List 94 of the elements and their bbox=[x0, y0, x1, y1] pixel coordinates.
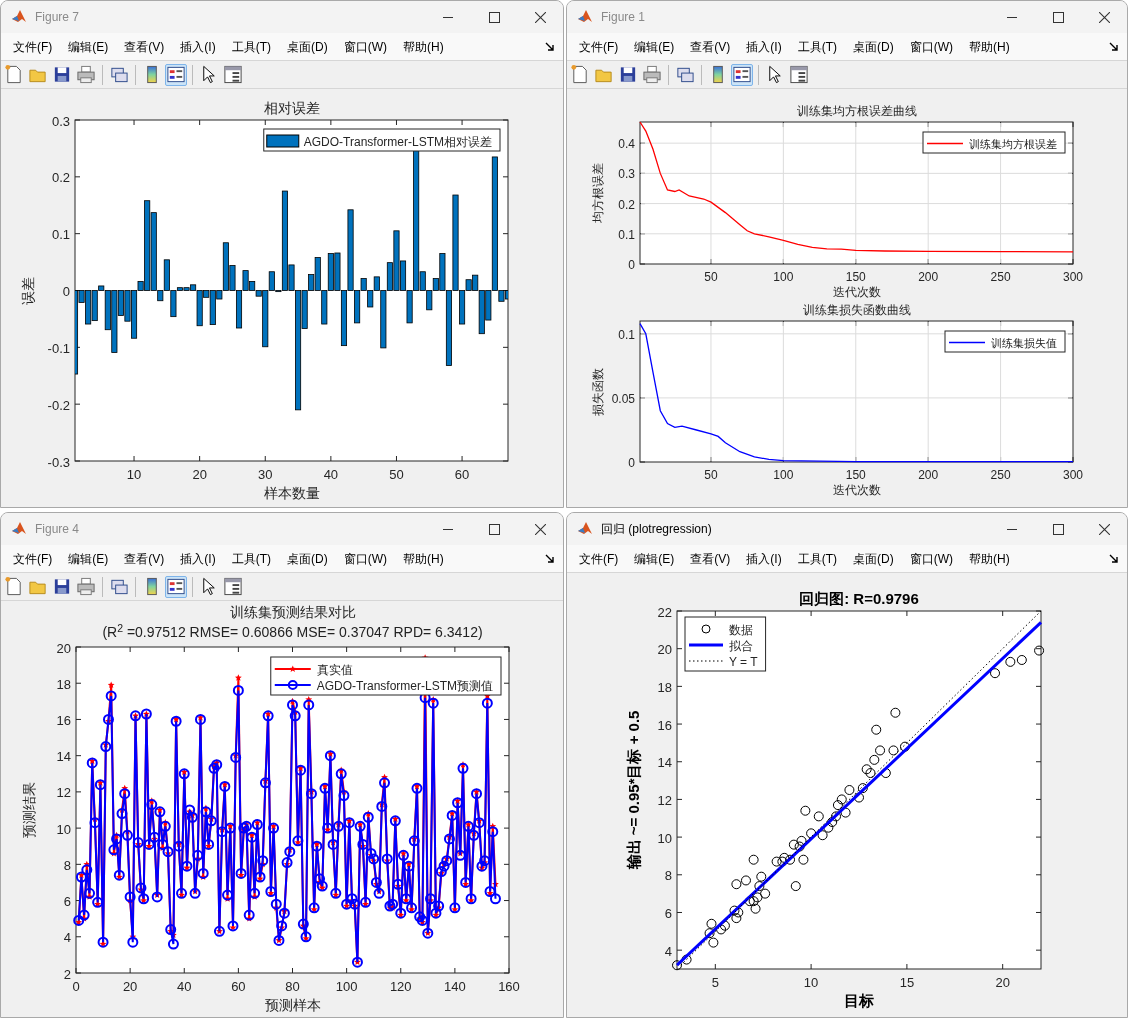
tick-label: 22 bbox=[657, 604, 672, 620]
tick-label: 8 bbox=[63, 857, 71, 873]
tick-label: 60 bbox=[454, 467, 470, 482]
tick-label: 50 bbox=[704, 270, 718, 284]
legend-label: Y = T bbox=[729, 655, 758, 669]
tick-label: 14 bbox=[657, 755, 672, 771]
legend-label: 训练集损失值 bbox=[991, 337, 1057, 349]
tick-label: 12 bbox=[657, 792, 672, 808]
legend-label: AGDO-Transformer-LSTM预测值 bbox=[316, 679, 493, 693]
tick-label: 0 bbox=[62, 284, 70, 299]
chart-title: 相对误差 bbox=[263, 101, 320, 116]
tick-label: 16 bbox=[657, 717, 672, 733]
tick-label: 160 bbox=[498, 979, 520, 994]
tick-label: 0.1 bbox=[51, 227, 70, 243]
tick-label: 50 bbox=[704, 468, 718, 482]
window-title: 回归 (plotregression) bbox=[601, 521, 713, 538]
tick-label: 4 bbox=[63, 930, 71, 946]
tick-label: 0.2 bbox=[618, 197, 635, 212]
tick-label: 100 bbox=[335, 979, 358, 994]
tick-label: 10 bbox=[126, 467, 142, 482]
tick-label: 0 bbox=[628, 456, 635, 470]
tick-label: 100 bbox=[773, 468, 794, 482]
tick-label: 140 bbox=[444, 979, 466, 994]
axis-title: 预测样本 bbox=[264, 998, 321, 1013]
tick-label: 0.1 bbox=[618, 327, 635, 342]
legend-label: 数据 bbox=[729, 623, 753, 637]
axis-title: 样本数量 bbox=[263, 486, 320, 501]
tick-label: 20 bbox=[56, 640, 71, 656]
tick-label: 120 bbox=[389, 979, 412, 994]
tick-label: 40 bbox=[323, 467, 339, 482]
axis-title: 目标 bbox=[844, 992, 874, 1009]
window-title: Figure 1 bbox=[601, 9, 647, 26]
tick-label: 20 bbox=[657, 642, 672, 658]
tick-label: 8 bbox=[664, 868, 672, 884]
tick-label: 60 bbox=[231, 979, 246, 994]
tick-label: 200 bbox=[918, 270, 939, 284]
tick-label: 250 bbox=[990, 468, 1011, 482]
chart-title: 训练集预测结果对比 bbox=[229, 605, 356, 620]
tick-label: 2 bbox=[63, 966, 71, 982]
tick-label: 10 bbox=[56, 821, 71, 837]
tick-label: 50 bbox=[389, 467, 404, 482]
axis-title: 损失函数 bbox=[591, 367, 605, 416]
tick-label: 0.4 bbox=[618, 137, 635, 152]
tick-label: 4 bbox=[664, 943, 672, 959]
tick-label: 20 bbox=[192, 467, 207, 482]
tick-label: 5 bbox=[711, 975, 719, 990]
chart-title: 训练集损失函数曲线 bbox=[802, 303, 911, 317]
tick-label: 300 bbox=[1063, 468, 1083, 482]
tick-label: 6 bbox=[63, 894, 71, 910]
tick-label: 20 bbox=[122, 979, 138, 994]
tick-label: 300 bbox=[1063, 270, 1083, 284]
tick-label: 0.1 bbox=[618, 227, 635, 242]
legend-label: 真实值 bbox=[316, 663, 353, 677]
window-title: Figure 4 bbox=[35, 521, 81, 538]
axis-title: 均方根误差 bbox=[591, 163, 605, 223]
tick-label: 6 bbox=[664, 905, 672, 921]
tick-label: 0.05 bbox=[611, 391, 635, 406]
tick-label: 0.3 bbox=[51, 113, 70, 129]
legend-label: 训练集均方根误差 bbox=[969, 138, 1057, 150]
axis-title: 迭代次数 bbox=[832, 285, 881, 299]
axis-title: 误差 bbox=[21, 276, 36, 305]
tick-label: 150 bbox=[845, 468, 866, 482]
tick-label: 0.2 bbox=[51, 170, 70, 186]
tick-label: -0.1 bbox=[47, 340, 70, 356]
tick-label: 16 bbox=[56, 712, 71, 728]
tick-label: 12 bbox=[56, 785, 71, 801]
legend-label: 拟合 bbox=[729, 639, 753, 653]
tick-label: 0 bbox=[72, 979, 80, 994]
tick-label: 30 bbox=[258, 467, 273, 482]
tick-label: 0 bbox=[628, 258, 635, 272]
axis-title: 迭代次数 bbox=[832, 483, 881, 497]
chart-title: 训练集均方根误差曲线 bbox=[796, 104, 917, 118]
tick-label: 100 bbox=[773, 270, 794, 284]
legend-label: AGDO-Transformer-LSTM相对误差 bbox=[303, 135, 492, 149]
tick-label: 10 bbox=[803, 975, 819, 990]
tick-label: 20 bbox=[995, 975, 1010, 990]
tick-label: 18 bbox=[56, 676, 71, 692]
tick-label: 80 bbox=[285, 979, 300, 994]
tick-label: 200 bbox=[918, 468, 939, 482]
tick-label: 10 bbox=[657, 830, 672, 846]
tick-label: 0.3 bbox=[618, 167, 635, 182]
axis-title: 输出 ~= 0.95*目标 + 0.5 bbox=[625, 710, 642, 870]
tick-label: 40 bbox=[177, 979, 192, 994]
chart-title: 回归图: R=0.9796 bbox=[799, 590, 919, 607]
tick-label: 14 bbox=[56, 749, 71, 765]
axis-title: 预测结果 bbox=[22, 782, 37, 838]
tick-label: 250 bbox=[990, 270, 1011, 284]
tick-label: 150 bbox=[845, 270, 866, 284]
tick-label: -0.3 bbox=[47, 454, 70, 470]
window-title: Figure 7 bbox=[35, 9, 81, 26]
tick-label: 18 bbox=[657, 679, 672, 695]
tick-label: 15 bbox=[899, 975, 915, 990]
chart-subtitle: (R$^{2}$ =0.97512 RMSE= 0.60866 MSE= 0.37047 RPD= 6.3412) bbox=[102, 622, 483, 642]
tick-label: -0.2 bbox=[47, 397, 70, 413]
